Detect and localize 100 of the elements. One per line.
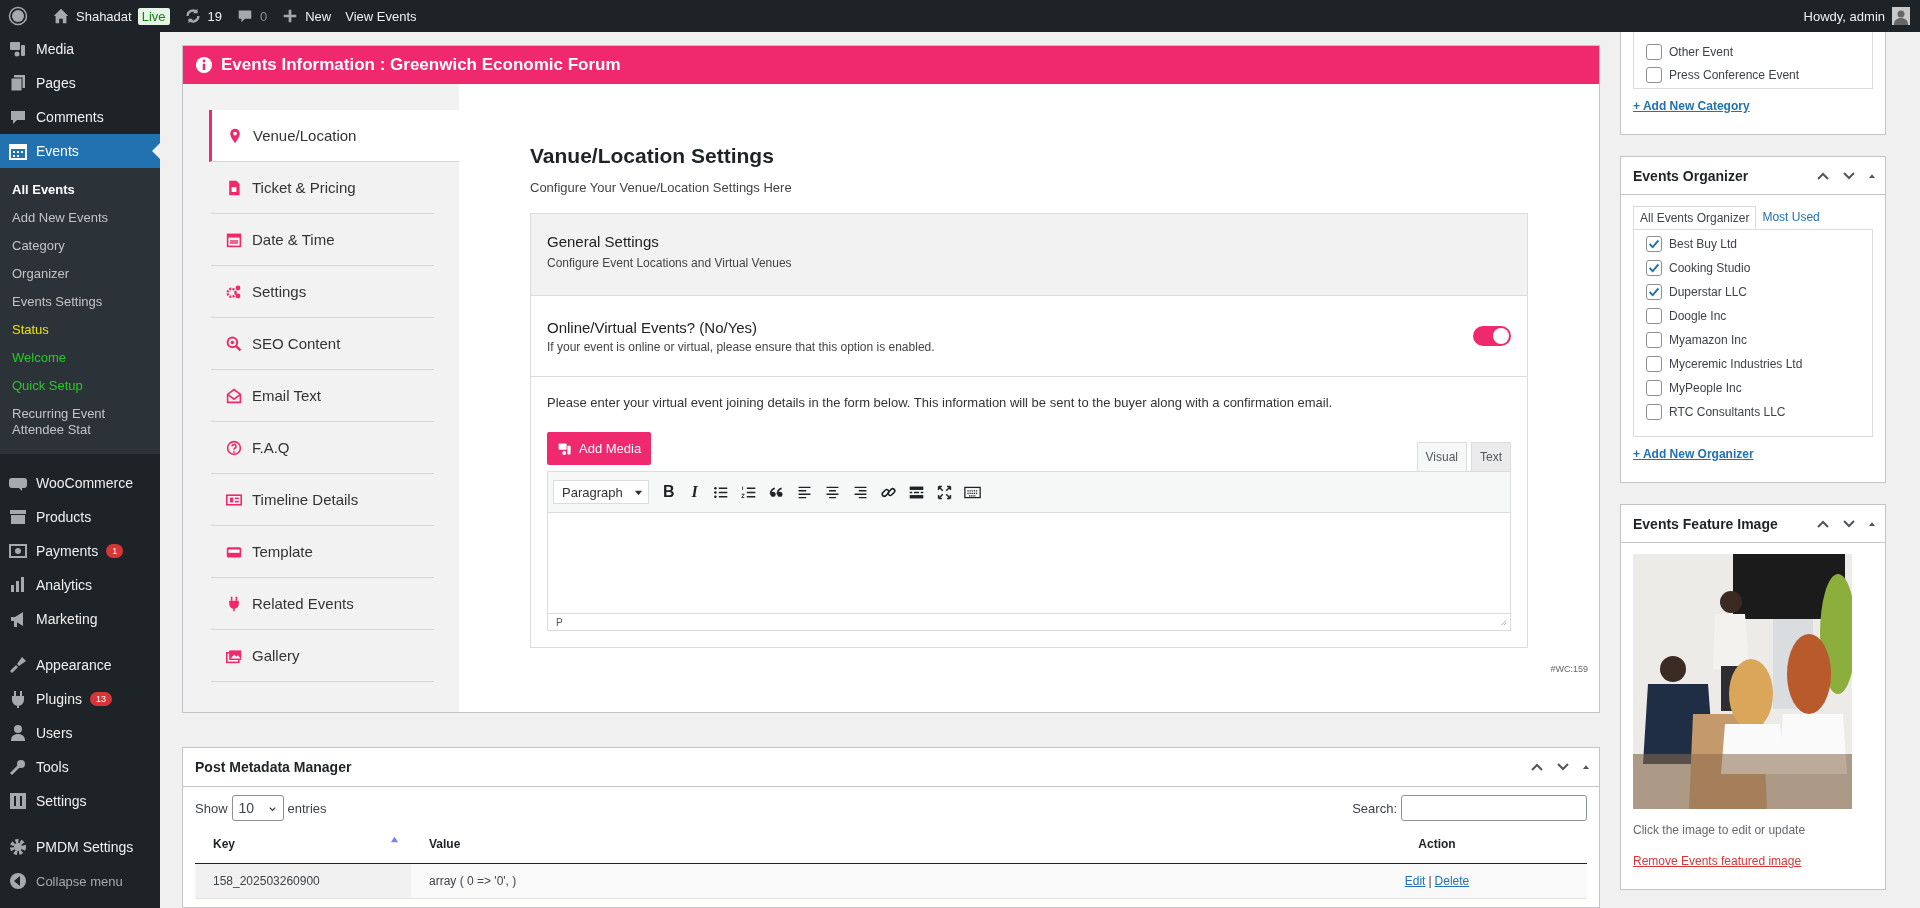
sort-arrow-icon [390,835,399,844]
menu-item[interactable]: Appearance [0,648,160,682]
submenu-item[interactable]: Recurring Event Attendee Stat [0,400,160,444]
new-link[interactable]: New [305,8,332,24]
submenu-item[interactable]: Add New Events [0,204,160,232]
menu-item[interactable]: PMDM Settings [0,830,160,864]
menu-item[interactable]: Events [0,134,160,168]
checkbox[interactable] [1646,43,1662,60]
search-field[interactable] [1401,795,1587,821]
avatar-icon[interactable] [1892,7,1910,25]
settings-tab[interactable]: Ticket & Pricing [211,162,434,214]
menu-item[interactable]: Users [0,716,160,750]
section-heading: Vanue/Location Settings [530,144,775,168]
organizer-tab[interactable]: Most Used [1756,206,1826,229]
sliders-icon [8,791,28,811]
checkbox[interactable] [1646,260,1662,276]
greeting-link[interactable]: Howdy, admin [1803,8,1885,24]
checkbox-label: MyPeople Inc [1669,381,1742,395]
menu-item[interactable]: Payments 1 [0,534,160,568]
menu-item[interactable]: Analytics [0,568,160,602]
submenu-item[interactable]: Organizer [0,260,160,288]
settings-tab[interactable]: Timeline Details [211,474,434,526]
checkbox[interactable] [1646,236,1662,252]
column-header[interactable]: Action [1287,825,1587,863]
menu-item[interactable]: Settings [0,784,160,818]
settings-tab[interactable]: F.A.Q [211,422,434,474]
submenu-item[interactable]: Status [0,316,160,344]
editor-mode-tab[interactable]: Text [1471,442,1511,471]
checkbox[interactable] [1646,404,1662,420]
menu-item[interactable]: Comments [0,100,160,134]
separator: | [1428,874,1432,888]
cash-icon [8,541,28,561]
action-link[interactable]: Edit [1404,874,1426,888]
checkbox-label: Duperstar LLC [1669,285,1748,299]
settings-tab[interactable]: Gallery [211,630,434,682]
settings-tab[interactable]: Email Text [211,370,434,422]
comments-count[interactable]: 0 [260,8,268,24]
editor-mode-tab[interactable]: Visual [1416,442,1467,471]
settings-tab[interactable]: SEO Content [211,318,434,370]
organizer-tab[interactable]: All Events Organizer [1633,206,1757,229]
search-label: Search: [1352,800,1397,816]
bold-button[interactable]: B [660,483,678,501]
toggle-switch[interactable] [1473,326,1511,346]
checkbox-label: Best Buy Ltd [1669,237,1738,251]
checkbox-label: Myamazon Inc [1669,333,1748,347]
view-events-link[interactable]: View Events [345,8,417,24]
resize-handle-icon[interactable] [1499,618,1507,626]
settings-tab[interactable]: Settings [211,266,434,318]
menu-item[interactable]: Media [0,32,160,66]
page-size-select[interactable]: 10 [231,795,284,821]
panel-title: Events Information : Greenwich Economic Forum [221,55,621,75]
settings-tab[interactable]: Template [211,526,434,578]
action-link[interactable]: Delete [1434,874,1470,888]
box-title: Events Organizer [1633,167,1749,184]
checkbox[interactable] [1646,332,1662,348]
photo-icon [8,39,28,59]
settings-tab[interactable]: Venue/Location [209,110,459,162]
panel-title: Post Metadata Manager [195,759,352,775]
checkbox[interactable] [1646,308,1662,324]
add-media-button[interactable]: Add Media [547,432,652,465]
checkbox-label: Press Conference Event [1669,67,1800,82]
menu-item[interactable]: WooCommerce [0,466,160,500]
checkbox[interactable] [1646,380,1662,396]
submenu-item[interactable]: Welcome [0,344,160,372]
show-label: Show [195,800,228,816]
format-dropdown[interactable]: Paragraph [553,480,649,504]
updates-count[interactable]: 19 [207,8,222,24]
remove-image-link[interactable]: Remove Events featured image [1633,854,1802,868]
settings-tab[interactable]: Date & Time [211,214,434,266]
italic-button[interactable]: I [688,483,701,501]
menu-item[interactable]: Tools [0,750,160,784]
column-header[interactable]: Key [195,825,411,863]
live-badge: Live [137,7,170,25]
plug-icon [226,595,242,612]
site-name-link[interactable]: Shahadat [76,8,132,24]
submenu-item[interactable]: Events Settings [0,288,160,316]
menu-item[interactable]: Pages [0,66,160,100]
images-icon [226,647,242,664]
menu-item[interactable]: Marketing [0,602,160,636]
entries-label: entries [287,800,327,816]
fullscreen-icon[interactable] [935,483,953,501]
submenu-item[interactable]: Category [0,232,160,260]
submenu-item[interactable]: Quick Setup [0,372,160,400]
add-organizer-link[interactable]: + Add New Organizer [1633,447,1754,461]
wrench-icon [8,757,28,777]
collapse-menu-button[interactable]: Collapse menu [0,864,160,898]
section-description: Configure Your Venue/Location Settings Here [530,180,793,195]
home-icon[interactable] [52,7,70,25]
media-icon [557,440,573,457]
add-category-link[interactable]: + Add New Category [1633,99,1750,113]
menu-item[interactable]: Products [0,500,160,534]
checkbox[interactable] [1646,66,1662,83]
column-header[interactable]: Value [411,825,1287,863]
user-icon [8,723,28,743]
submenu-item[interactable]: All Events [0,176,160,204]
settings-tab[interactable]: Related Events [211,578,434,630]
checkbox[interactable] [1646,356,1662,372]
logo-icon[interactable] [8,6,28,26]
menu-item[interactable]: Plugins 13 [0,682,160,716]
checkbox[interactable] [1646,284,1662,300]
